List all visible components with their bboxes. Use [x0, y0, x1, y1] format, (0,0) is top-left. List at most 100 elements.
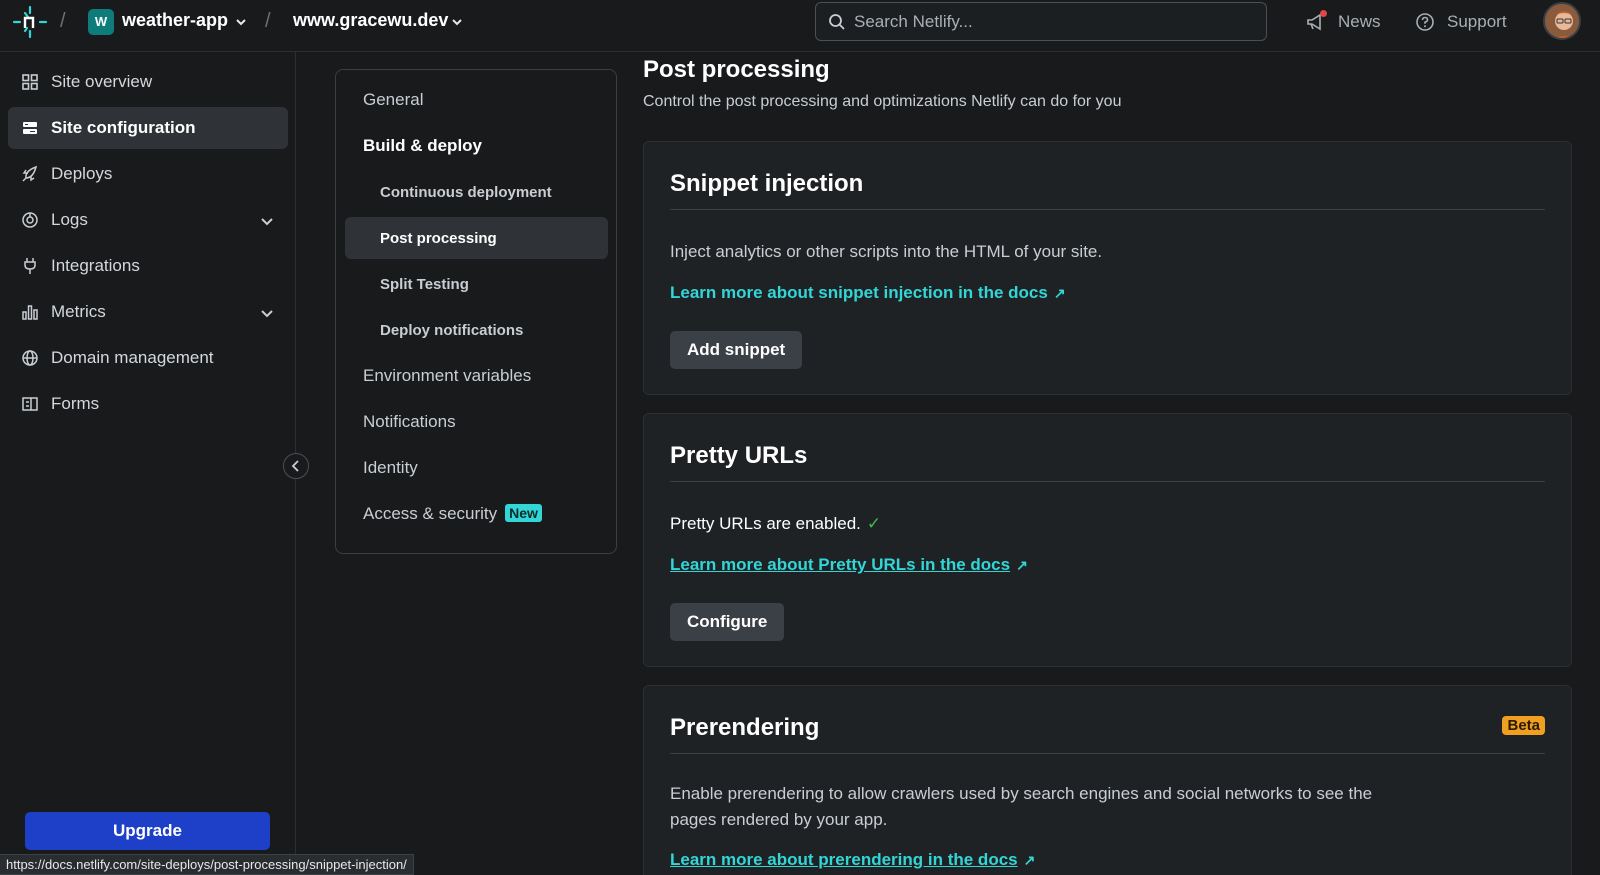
subnav-item-label: Build & deploy	[363, 136, 482, 155]
subnav-item-post-processing[interactable]: Post processing	[345, 217, 608, 259]
subnav-item-deploy-notifications[interactable]: Deploy notifications	[345, 309, 608, 351]
subnav-item-continuous-deployment[interactable]: Continuous deployment	[345, 171, 608, 213]
subnav-item-label: Environment variables	[363, 366, 532, 385]
sidebar-item-logs[interactable]: Logs	[8, 199, 288, 241]
subnav-item-label: Split Testing	[380, 276, 469, 293]
avatar[interactable]	[1543, 2, 1581, 40]
sidebar-item-site-configuration[interactable]: Site configuration	[8, 107, 288, 149]
sidebar-item-domain-management[interactable]: Domain management	[8, 337, 288, 379]
pretty-urls-docs-link[interactable]: Learn more about Pretty URLs in the docs…	[670, 555, 1028, 575]
subnav-item-notifications[interactable]: Notifications	[345, 401, 608, 443]
card-title: Prerendering	[670, 714, 820, 741]
card-description: Inject analytics or other scripts into t…	[670, 242, 1103, 261]
upgrade-button[interactable]: Upgrade	[25, 812, 270, 850]
sidebar-item-deploys[interactable]: Deploys	[8, 153, 288, 195]
sidebar-item-label: Logs	[51, 210, 88, 229]
subnav-item-access-security[interactable]: Access & security New	[345, 493, 608, 535]
domain-switcher[interactable]: www.gracewu.dev	[293, 10, 448, 31]
search-placeholder: Search Netlify...	[854, 12, 973, 31]
support-label: Support	[1447, 12, 1507, 31]
snippet-docs-link[interactable]: Learn more about snippet injection in th…	[670, 283, 1066, 303]
netlify-logo-icon[interactable]	[12, 4, 48, 40]
configure-button[interactable]: Configure	[670, 603, 785, 641]
sidebar-item-label: Forms	[51, 394, 100, 413]
sidebar-item-site-overview[interactable]: Site overview	[8, 61, 288, 103]
news-label: News	[1338, 12, 1381, 31]
grid-icon	[22, 74, 38, 90]
external-arrow-icon: ↗	[1053, 285, 1066, 301]
add-snippet-button[interactable]: Add snippet	[670, 331, 803, 369]
subnav-item-label: Post processing	[380, 230, 497, 247]
subnav-item-identity[interactable]: Identity	[345, 447, 608, 489]
globe-icon	[22, 350, 38, 366]
plug-icon	[24, 258, 36, 274]
subnav-item-label-wrap: Access & security New	[363, 504, 542, 524]
subnav-item-label: Access & security	[363, 504, 498, 523]
sidebar-item-label: Deploys	[51, 164, 113, 183]
external-arrow-icon: ↗	[1016, 557, 1028, 573]
breadcrumb-separator: /	[265, 10, 271, 32]
sidebar-item-label: Domain management	[51, 348, 214, 367]
breadcrumb-separator: /	[60, 10, 66, 32]
site-switcher[interactable]: weather-app	[122, 10, 228, 31]
subnav-item-label: Deploy notifications	[380, 322, 524, 339]
external-arrow-icon: ↗	[1023, 852, 1036, 868]
divider	[670, 481, 1545, 482]
bar-chart-icon	[22, 305, 38, 320]
search-input[interactable]: Search Netlify...	[815, 2, 1267, 41]
card-title: Snippet injection	[670, 170, 864, 197]
top-bar: / W weather-app / www.gracewu.dev Search…	[0, 0, 1600, 52]
sidebar-item-integrations[interactable]: Integrations	[8, 245, 288, 287]
beta-badge: Beta	[1502, 716, 1545, 735]
help-circle-icon	[1416, 13, 1434, 31]
sidebar-item-forms[interactable]: Forms	[8, 383, 288, 425]
search-icon	[829, 14, 845, 30]
snippet-injection-card: Snippet injection Inject analytics or ot…	[643, 141, 1572, 395]
link-text: Learn more about snippet injection in th…	[670, 283, 1048, 302]
site-badge: W	[88, 9, 114, 35]
subnav-item-build-deploy[interactable]: Build & deploy	[345, 125, 608, 167]
chevron-down-icon	[261, 218, 273, 226]
status-bar-url: https://docs.netlify.com/site-deploys/po…	[0, 854, 414, 875]
logs-icon	[22, 212, 38, 228]
notification-dot	[1320, 10, 1327, 17]
subnav-item-label: Identity	[363, 458, 418, 477]
divider	[670, 753, 1545, 754]
sidebar-item-label: Integrations	[51, 256, 140, 275]
pretty-urls-card: Pretty URLs Pretty URLs are enabled. ✓ Le…	[643, 413, 1572, 667]
card-status-text: Pretty URLs are enabled. ✓	[670, 511, 881, 537]
link-text: Learn more about prerendering in the doc…	[670, 850, 1018, 869]
sliders-icon	[23, 122, 37, 134]
check-icon: ✓	[866, 514, 882, 533]
subnav-item-environment-variables[interactable]: Environment variables	[345, 355, 608, 397]
subnav-item-label: General	[363, 90, 424, 109]
chevron-left-icon	[291, 460, 299, 472]
divider	[670, 209, 1545, 210]
card-description: Enable prerendering to allow crawlers us…	[670, 784, 1373, 829]
link-text: Learn more about Pretty URLs in the docs	[670, 555, 1011, 574]
sidebar-item-label: Site overview	[51, 72, 153, 91]
page-title: Post processing	[643, 56, 830, 83]
chevron-down-icon[interactable]	[451, 16, 463, 28]
status-text: Pretty URLs are enabled.	[670, 514, 861, 533]
sidebar-item-label: Metrics	[51, 302, 106, 321]
collapse-sidebar-button[interactable]	[283, 453, 309, 479]
prerendering-docs-link[interactable]: Learn more about prerendering in the doc…	[670, 850, 1035, 870]
sidebar: Site overview Site configuration Deploys…	[0, 52, 296, 875]
subnav-item-split-testing[interactable]: Split Testing	[345, 263, 608, 305]
prerendering-card: Prerendering Beta Enable prerendering to…	[643, 685, 1572, 875]
rocket-icon	[22, 165, 38, 182]
subnav-item-label: Continuous deployment	[380, 184, 552, 201]
settings-subnav: General Build & deploy Continuous deploy…	[335, 69, 617, 554]
subnav-item-general[interactable]: General	[345, 79, 608, 121]
form-icon	[22, 397, 38, 411]
chevron-down-icon[interactable]	[235, 16, 247, 28]
card-title: Pretty URLs	[670, 442, 808, 469]
sidebar-item-metrics[interactable]: Metrics	[8, 291, 288, 333]
page-subtitle: Control the post processing and optimiza…	[643, 93, 1122, 110]
subnav-item-label: Notifications	[363, 412, 456, 431]
sidebar-item-label: Site configuration	[51, 118, 196, 137]
new-badge: New	[505, 504, 542, 522]
chevron-down-icon	[261, 310, 273, 318]
avatar-image	[1545, 4, 1579, 38]
